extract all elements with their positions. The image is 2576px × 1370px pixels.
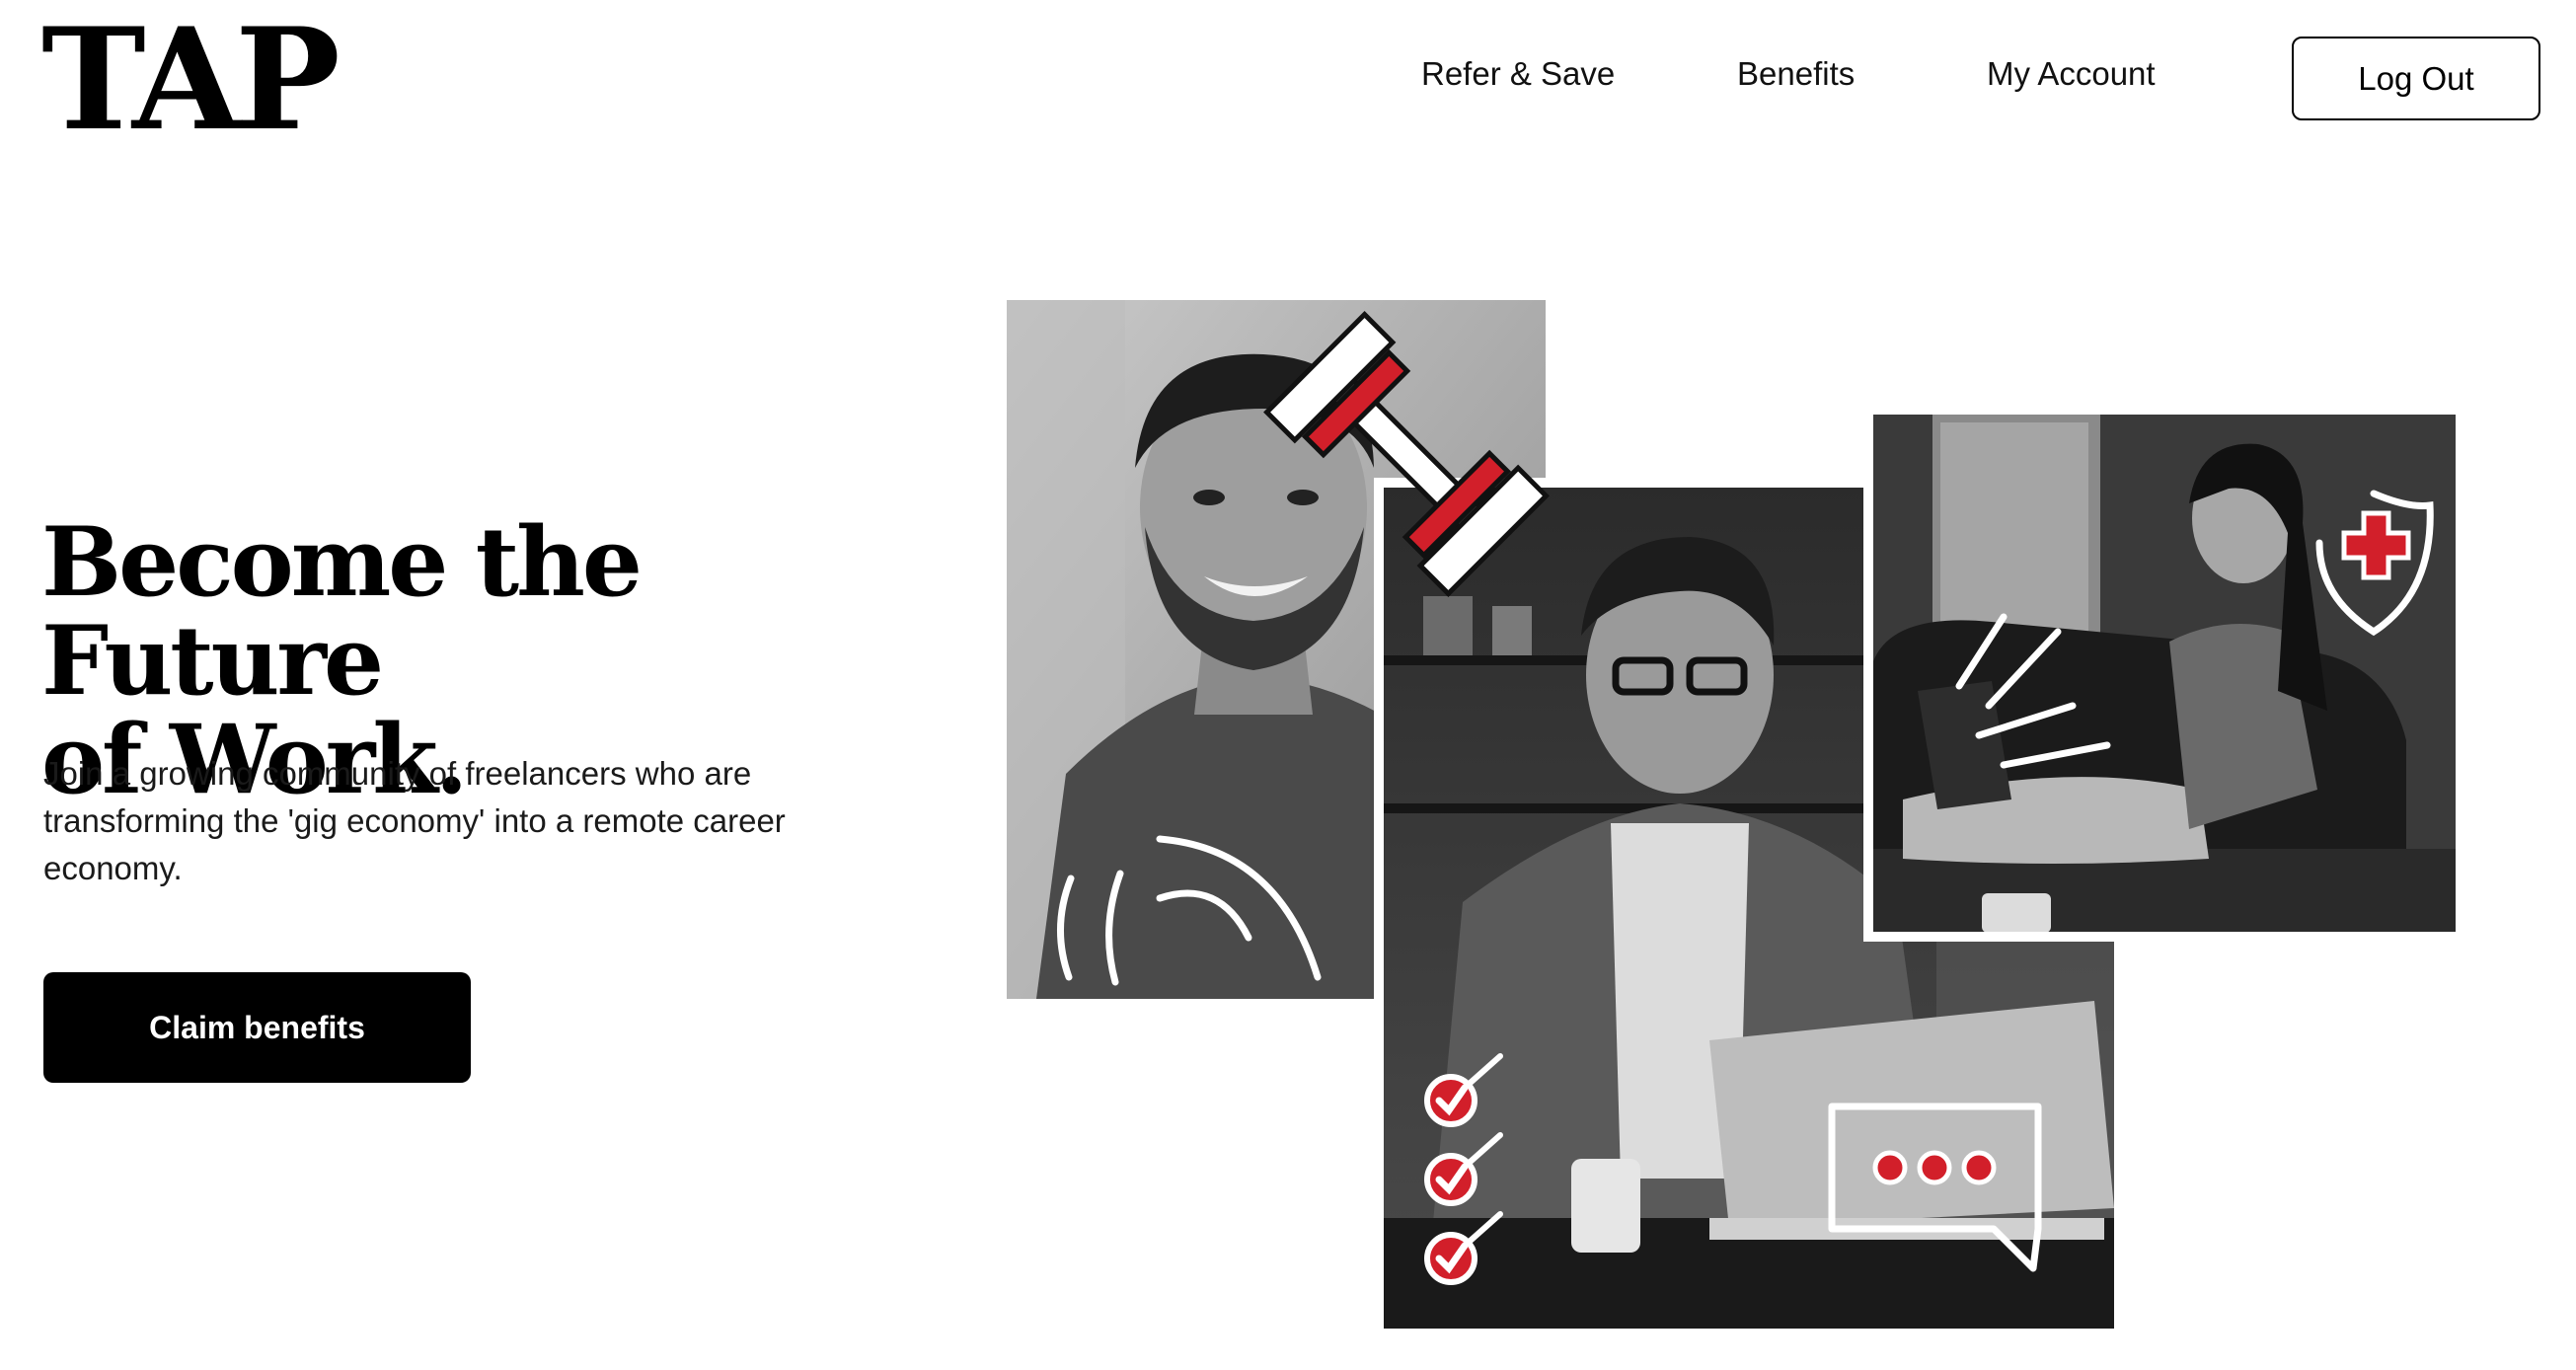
- logout-button[interactable]: Log Out: [2292, 37, 2540, 120]
- nav-benefits[interactable]: Benefits: [1737, 57, 1855, 90]
- claim-benefits-button[interactable]: Claim benefits: [43, 972, 471, 1083]
- headline-line-1: Become the Future: [41, 506, 643, 717]
- woman-on-couch-photo: [1863, 415, 2456, 942]
- logo[interactable]: TAP: [41, 10, 341, 150]
- nav-refer-save[interactable]: Refer & Save: [1421, 57, 1615, 90]
- nav-my-account[interactable]: My Account: [1987, 57, 2156, 90]
- hero-subhead: Join a growing community of freelancers …: [43, 755, 786, 886]
